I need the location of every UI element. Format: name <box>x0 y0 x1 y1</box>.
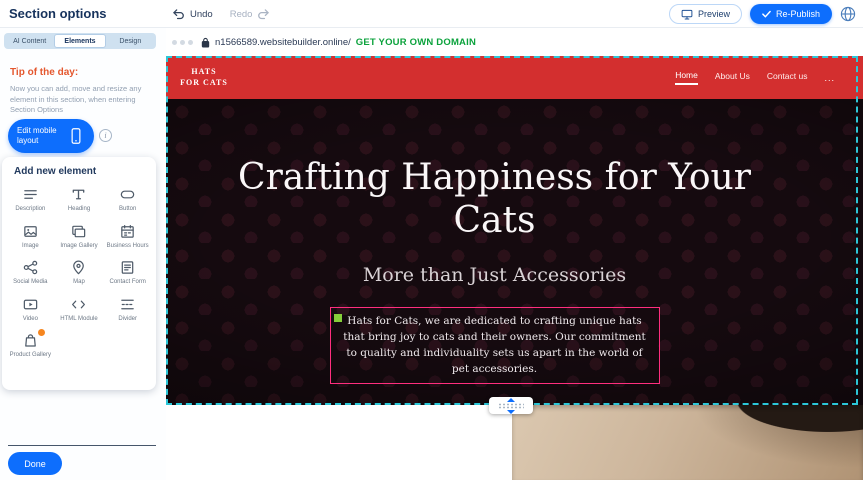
add-element-title: Add new element <box>2 166 156 177</box>
monitor-icon <box>681 9 693 20</box>
video-icon <box>22 296 39 313</box>
element-item-label: HTML Module <box>60 316 97 324</box>
element-item-divider[interactable]: Divider <box>103 296 152 324</box>
element-item-label: Description <box>15 206 45 214</box>
chevron-up-icon <box>507 398 515 402</box>
element-item-label: Product Gallery <box>10 352 51 360</box>
nav-more-menu[interactable]: ... <box>824 73 835 83</box>
lock-icon <box>201 37 210 48</box>
element-item-business-hours[interactable]: Business Hours <box>103 223 152 251</box>
description-icon <box>22 186 39 203</box>
element-item-label: Business Hours <box>107 243 149 251</box>
element-item-product-gallery[interactable]: Product Gallery <box>6 332 55 360</box>
image-gallery-icon <box>70 223 87 240</box>
element-item-description[interactable]: Description <box>6 186 55 214</box>
section-resize-handle[interactable] <box>489 397 533 414</box>
website-builder-app: Section options Undo Redo Preview Re-Pub… <box>0 0 863 480</box>
undo-icon[interactable] <box>172 9 185 20</box>
info-icon[interactable]: i <box>99 129 112 142</box>
window-controls <box>172 40 193 45</box>
get-domain-link[interactable]: GET YOUR OWN DOMAIN <box>356 37 476 48</box>
button-icon <box>119 186 136 203</box>
product-gallery-icon <box>22 332 39 349</box>
element-item-image[interactable]: Image <box>6 223 55 251</box>
window-dot <box>188 40 193 45</box>
chevron-down-icon <box>507 410 515 414</box>
tip-of-day-body: Now you can add, move and resize any ele… <box>10 84 150 116</box>
social-media-icon <box>22 259 39 276</box>
drag-dots <box>498 403 524 409</box>
element-item-contact-form[interactable]: Contact Form <box>103 259 152 287</box>
sidebar-panel: AI Content Elements Design Tip of the da… <box>0 28 166 480</box>
element-item-label: Image Gallery <box>60 243 97 251</box>
element-item-label: Social Media <box>13 279 47 287</box>
element-item-heading[interactable]: Heading <box>55 186 104 214</box>
business-hours-icon <box>119 223 136 240</box>
contact-form-icon <box>119 259 136 276</box>
image-icon <box>22 223 39 240</box>
done-button[interactable]: Done <box>8 452 62 475</box>
redo-button[interactable]: Redo <box>230 9 253 20</box>
preview-label: Preview <box>698 9 730 19</box>
new-feature-badge <box>38 329 45 336</box>
site-preview: HATS FOR CATS Home About Us Contact us .… <box>166 56 863 480</box>
site-nav: Home About Us Contact us ... <box>675 70 835 85</box>
nav-contact-us[interactable]: Contact us <box>767 71 808 84</box>
site-header: HATS FOR CATS Home About Us Contact us .… <box>166 56 863 99</box>
edit-mobile-layout-label: Edit mobile layout <box>17 126 63 146</box>
html-module-icon <box>70 296 87 313</box>
page-title: Section options <box>9 6 107 21</box>
redo-icon[interactable] <box>257 9 270 20</box>
site-logo[interactable]: HATS FOR CATS <box>180 67 228 88</box>
element-item-label: Map <box>73 279 85 287</box>
element-item-label: Heading <box>68 206 90 214</box>
element-item-html-module[interactable]: HTML Module <box>55 296 104 324</box>
globe-icon[interactable] <box>840 6 856 22</box>
tip-of-day-title: Tip of the day: <box>10 67 78 78</box>
hero-paragraph-text: Hats for Cats, we are dedicated to craft… <box>343 315 645 374</box>
nav-home[interactable]: Home <box>675 70 698 85</box>
edit-mobile-layout-button[interactable]: Edit mobile layout <box>8 119 94 153</box>
phone-icon <box>70 127 82 145</box>
republish-label: Re-Publish <box>776 9 820 19</box>
sidebar-tabs: AI Content Elements Design <box>4 33 156 49</box>
tab-elements[interactable]: Elements <box>54 34 105 48</box>
republish-button[interactable]: Re-Publish <box>750 4 832 24</box>
next-section-image <box>512 405 863 480</box>
preview-button[interactable]: Preview <box>669 4 742 24</box>
hero-paragraph[interactable]: Hats for Cats, we are dedicated to craft… <box>330 307 660 384</box>
add-element-panel: Add new element Description Heading Butt… <box>2 157 156 390</box>
site-url: n1566589.websitebuilder.online/ <box>215 37 351 48</box>
tab-design[interactable]: Design <box>106 34 155 48</box>
topbar-actions: Preview Re-Publish <box>669 4 856 24</box>
nav-about-us[interactable]: About Us <box>715 71 750 84</box>
divider-icon <box>119 296 136 313</box>
map-icon <box>70 259 87 276</box>
element-item-image-gallery[interactable]: Image Gallery <box>55 223 104 251</box>
check-icon <box>762 10 771 18</box>
element-item-label: Image <box>22 243 39 251</box>
element-item-map[interactable]: Map <box>55 259 104 287</box>
element-item-video[interactable]: Video <box>6 296 55 324</box>
element-grid: Description Heading Button Image Image G… <box>2 177 156 360</box>
sidebar-divider <box>8 445 156 446</box>
element-drag-handle[interactable] <box>334 314 342 322</box>
heading-icon <box>70 186 87 203</box>
window-dot <box>172 40 177 45</box>
tab-ai-content[interactable]: AI Content <box>5 34 54 48</box>
undo-button[interactable]: Undo <box>190 9 213 20</box>
element-item-button[interactable]: Button <box>103 186 152 214</box>
preview-address-bar: n1566589.websitebuilder.online/ GET YOUR… <box>166 28 863 56</box>
element-item-label: Video <box>23 316 38 324</box>
hero-heading[interactable]: Crafting Happiness for Your Cats <box>235 156 755 242</box>
element-item-label: Divider <box>118 316 137 324</box>
element-item-label: Contact Form <box>109 279 145 287</box>
window-dot <box>180 40 185 45</box>
element-item-label: Button <box>119 206 136 214</box>
top-toolbar: Section options Undo Redo Preview Re-Pub… <box>0 0 863 28</box>
history-controls: Undo Redo <box>172 0 270 28</box>
hero-section: Crafting Happiness for Your Cats More th… <box>166 99 863 405</box>
hero-subheading[interactable]: More than Just Accessories <box>363 264 626 286</box>
element-item-social-media[interactable]: Social Media <box>6 259 55 287</box>
